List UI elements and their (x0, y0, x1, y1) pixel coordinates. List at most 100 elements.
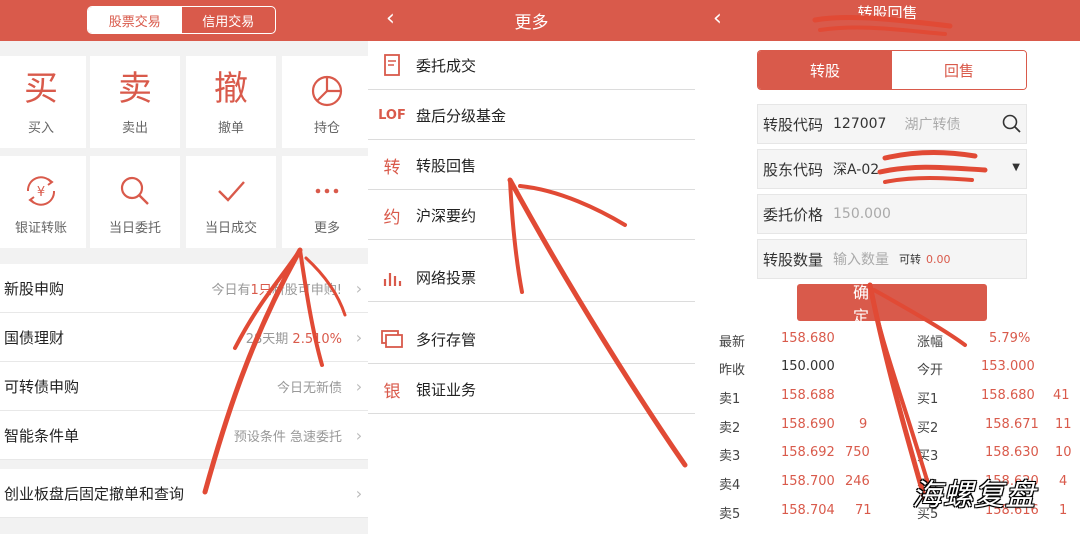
bid-price: 158.680 (981, 388, 1035, 403)
menu-item-convert-putback[interactable]: 转 转股回售 (368, 141, 695, 190)
today-deals-tile[interactable]: 当日成交 (186, 156, 276, 248)
confirm-button[interactable]: 确定 (797, 283, 987, 326)
chinext-title: 创业板盘后固定撤单和查询 (4, 484, 185, 503)
page-title: 转股回售 (857, 4, 918, 22)
document-icon (368, 54, 416, 76)
ipo-hint: 今日有1只新股可申购! (211, 279, 342, 298)
ask-label: 卖2 (719, 421, 741, 436)
chevron-right-icon: › (355, 425, 363, 445)
holdings-tile[interactable]: 持仓 (282, 56, 368, 148)
holder-code-select[interactable]: 股东代码 深A-02 ▼ (757, 149, 1027, 189)
tab-convert[interactable]: 转股 (758, 51, 892, 89)
smart-order-title: 智能条件单 (4, 426, 80, 445)
buy-glyph: 买 (24, 68, 58, 109)
more-menu-panel: ‹ 更多 委托成交 LOF 盘后分级基金 转 转股回售 约 沪深要约 网络投票 … (368, 0, 695, 534)
today-orders-tile[interactable]: 当日委托 (90, 156, 180, 248)
available-label: 可转 (899, 253, 921, 266)
ask-price: 158.692 (781, 445, 835, 460)
ask-volume: 246 (845, 474, 870, 489)
bid-volume: 11 (1055, 417, 1072, 432)
list-item-smart-order[interactable]: 智能条件单 预设条件 急速委托 › (0, 411, 368, 460)
bond-hint: 28天期 2.510% (246, 328, 342, 347)
buy-label: 买入 (27, 120, 54, 136)
menu-item-multi-bank[interactable]: 多行存管 (368, 315, 695, 364)
more-dots-icon (310, 169, 344, 213)
ask-price: 158.700 (781, 474, 835, 489)
bid-label: 买2 (917, 421, 939, 436)
menu-item-label: 转股回售 (416, 156, 477, 175)
tab-putback[interactable]: 回售 (892, 51, 1026, 89)
field-label: 股东代码 (763, 160, 824, 179)
ipo-title: 新股申购 (4, 279, 65, 298)
buy-tile[interactable]: 买 买入 (0, 56, 86, 148)
field-label: 转股代码 (763, 115, 824, 134)
bid-price: 158.630 (985, 445, 1039, 460)
smart-order-hint: 预设条件 急速委托 (233, 429, 342, 445)
sell-label: 卖出 (121, 120, 148, 136)
bond-name: 湖广转债 (904, 117, 961, 133)
today-orders-label: 当日委托 (108, 220, 161, 236)
convertible-hint: 今日无新债 (276, 380, 342, 396)
tab-credit-trading[interactable]: 信用交易 (182, 7, 276, 33)
menu-item-bank-securities[interactable]: 银 银证业务 (368, 365, 695, 414)
quantity-field[interactable]: 转股数量 输入数量 可转 0.00 (757, 239, 1027, 279)
menu-item-after-hours-fund[interactable]: LOF 盘后分级基金 (368, 91, 695, 140)
field-label: 转股数量 (763, 250, 824, 269)
ask-volume: 71 (855, 503, 872, 518)
svg-text:¥: ¥ (37, 185, 45, 200)
cancel-order-tile[interactable]: 撤 撤单 (186, 56, 276, 148)
price-input[interactable]: 150.000 (833, 206, 891, 222)
list-item-bond-finance[interactable]: 国债理财 28天期 2.510% › (0, 313, 368, 362)
bid-volume: 4 (1059, 474, 1068, 489)
menu-item-tender-offer[interactable]: 约 沪深要约 (368, 191, 695, 240)
list-item-convertible-subscribe[interactable]: 可转债申购 今日无新债 › (0, 362, 368, 411)
today-deals-label: 当日成交 (204, 220, 257, 236)
lof-icon: LOF (378, 107, 406, 123)
chevron-right-icon: › (355, 376, 363, 396)
convert-code-field[interactable]: 转股代码 127007 湖广转债 (757, 104, 1027, 144)
code-value: 127007 (833, 116, 887, 132)
bar-chart-icon (368, 268, 416, 286)
open-label: 今开 (917, 363, 944, 378)
chevron-right-icon: › (355, 483, 363, 503)
list-item-chinext-after-hours[interactable]: 创业板盘后固定撤单和查询 › (0, 469, 368, 518)
ask-label: 卖3 (719, 449, 741, 464)
more-label: 更多 (313, 220, 340, 236)
tab-stock-trading[interactable]: 股票交易 (88, 7, 182, 33)
bid-label: 买3 (917, 449, 939, 464)
menu-item-orders-deals[interactable]: 委托成交 (368, 41, 695, 90)
bid-label: 买1 (917, 392, 939, 407)
open-value: 153.000 (981, 359, 1035, 374)
multi-window-icon (368, 330, 416, 348)
search-icon[interactable] (1002, 114, 1022, 138)
bid-volume: 41 (1053, 388, 1070, 403)
page-title: 更多 (514, 13, 549, 33)
convertible-title: 可转债申购 (4, 377, 80, 396)
latest-label: 最新 (719, 335, 746, 350)
ask-price: 158.704 (781, 503, 835, 518)
bank-transfer-tile[interactable]: ¥ 银证转账 (0, 156, 86, 248)
menu-item-label: 网络投票 (416, 268, 477, 287)
menu-item-label: 多行存管 (416, 330, 477, 349)
list-item-ipo[interactable]: 新股申购 今日有1只新股可申购! › (0, 264, 368, 313)
more-tile[interactable]: 更多 (282, 156, 368, 248)
ask-volume: 750 (845, 445, 870, 460)
ipo-hint-post: 新股可申购! (271, 282, 342, 298)
quantity-input[interactable]: 输入数量 (833, 249, 889, 269)
price-field[interactable]: 委托价格 150.000 (757, 194, 1027, 234)
ask-price: 158.688 (781, 388, 835, 403)
ask-label: 卖4 (719, 478, 741, 493)
ask-label: 卖1 (719, 392, 741, 407)
menu-item-online-voting[interactable]: 网络投票 (368, 253, 695, 302)
ipo-hint-count: 1只 (250, 282, 272, 298)
bank-transfer-label: 银证转账 (14, 220, 67, 236)
holder-value: 深A-02 (833, 162, 880, 178)
bond-rate: 2.510% (292, 331, 342, 347)
latest-value: 158.680 (781, 331, 835, 346)
yin-icon: 银 (383, 381, 401, 402)
watermark-text: 海螺复盘 (912, 478, 1036, 513)
ask-volume: 9 (859, 417, 868, 432)
sell-tile[interactable]: 卖 卖出 (90, 56, 180, 148)
menu-item-label: 盘后分级基金 (416, 106, 507, 125)
chevron-right-icon: › (355, 278, 363, 298)
